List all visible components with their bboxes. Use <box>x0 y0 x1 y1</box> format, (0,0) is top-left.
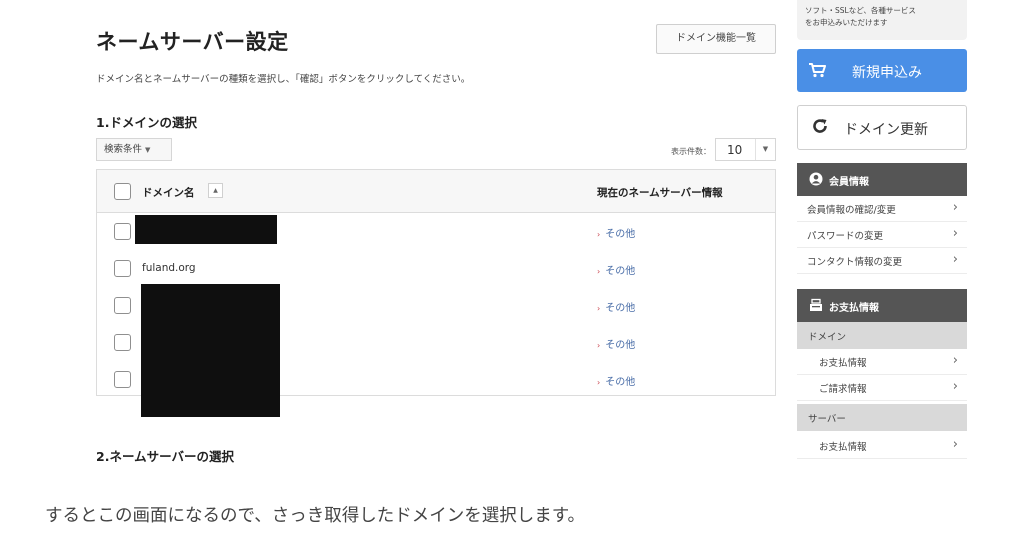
blog-caption: するとこの画面になるので、さっき取得したドメインを選択します。 <box>45 506 586 526</box>
search-conditions-dropdown[interactable]: 検索条件 ▼ <box>96 138 172 161</box>
nameserver-link[interactable]: その他 <box>605 229 635 240</box>
nameserver-link[interactable]: その他 <box>605 303 635 314</box>
sort-ascending-icon[interactable]: ▲ <box>208 183 223 198</box>
section-title-nameserver-select: 2.ネームサーバーの選択 <box>96 449 234 464</box>
caret-down-icon: ▼ <box>755 139 775 160</box>
domain-name-cell: fuland.org <box>142 262 196 274</box>
arrow-right-icon: › <box>597 341 601 350</box>
menu-category-server: サーバー <box>797 404 967 431</box>
chevron-right-icon: › <box>952 252 958 267</box>
menu-item-label: お支払情報 <box>819 442 867 453</box>
promo-text-line: をお申込みいただけます <box>805 18 888 27</box>
promo-text-line: ソフト・SSLなど、各種サービス <box>805 6 916 15</box>
redaction-block <box>135 215 277 244</box>
user-icon <box>809 172 823 186</box>
nameserver-cell[interactable]: › その他 <box>597 373 635 388</box>
nameserver-link[interactable]: その他 <box>605 340 635 351</box>
menu-item-domain-payment[interactable]: お支払情報 › <box>797 349 967 375</box>
menu-item-contact[interactable]: コンタクト情報の変更 › <box>797 248 967 274</box>
row-checkbox[interactable] <box>114 260 131 277</box>
row-checkbox[interactable] <box>114 223 131 240</box>
arrow-right-icon: › <box>597 267 601 276</box>
chevron-right-icon: › <box>952 200 958 215</box>
menu-item-label: お支払情報 <box>819 358 867 369</box>
arrow-right-icon: › <box>597 304 601 313</box>
menu-item-label: コンタクト情報の変更 <box>807 257 903 268</box>
page-title: ネームサーバー設定 <box>96 30 289 54</box>
menu-item-domain-billing[interactable]: ご請求情報 › <box>797 375 967 401</box>
payment-info-title: お支払情報 <box>829 303 879 314</box>
section-title-domain-select: 1.ドメインの選択 <box>96 115 197 130</box>
per-page-value: 10 <box>727 143 743 157</box>
refresh-icon <box>813 119 827 133</box>
nameserver-cell[interactable]: › その他 <box>597 336 635 351</box>
menu-category-domain: ドメイン <box>797 322 967 349</box>
arrow-right-icon: › <box>597 378 601 387</box>
select-all-checkbox[interactable] <box>114 183 131 200</box>
menu-item-label: パスワードの変更 <box>807 231 884 242</box>
table-header: ドメイン名 ▲ 現在のネームサーバー情報 <box>97 170 775 213</box>
cart-icon <box>809 63 826 78</box>
register-icon <box>810 298 822 311</box>
new-application-label: 新規申込み <box>852 65 922 81</box>
row-checkbox[interactable] <box>114 371 131 388</box>
nameserver-link[interactable]: その他 <box>605 377 635 388</box>
domain-features-list-button[interactable]: ドメイン機能一覧 <box>656 24 776 54</box>
caret-down-icon: ▼ <box>145 146 151 154</box>
nameserver-cell[interactable]: › その他 <box>597 262 635 277</box>
column-header-domain: ドメイン名 <box>142 187 195 199</box>
menu-category-label: サーバー <box>808 414 846 425</box>
arrow-right-icon: › <box>597 230 601 239</box>
sidebar-promo: ソフト・SSLなど、各種サービス をお申込みいただけます <box>797 0 967 40</box>
menu-item-member-info[interactable]: 会員情報の確認/変更 › <box>797 196 967 222</box>
menu-item-password[interactable]: パスワードの変更 › <box>797 222 967 248</box>
member-info-title: 会員情報 <box>829 177 869 188</box>
menu-item-server-payment[interactable]: お支払情報 › <box>797 433 967 459</box>
nameserver-link[interactable]: その他 <box>605 266 635 277</box>
row-checkbox[interactable] <box>114 334 131 351</box>
screenshot-area: ネームサーバー設定 ドメイン機能一覧 ドメイン名とネームサーバーの種類を選択し、… <box>0 0 1024 470</box>
menu-item-label: 会員情報の確認/変更 <box>807 205 896 216</box>
per-page-select[interactable]: 10 ▼ <box>715 138 776 161</box>
menu-item-label: ご請求情報 <box>819 384 867 395</box>
chevron-right-icon: › <box>952 226 958 241</box>
nameserver-cell[interactable]: › その他 <box>597 225 635 240</box>
redaction-block <box>141 284 280 417</box>
nameserver-cell[interactable]: › その他 <box>597 299 635 314</box>
menu-category-label: ドメイン <box>808 332 847 343</box>
member-info-header: 会員情報 <box>797 163 967 196</box>
domain-renew-label: ドメイン更新 <box>844 122 928 138</box>
page-description: ドメイン名とネームサーバーの種類を選択し、「確認」ボタンをクリックしてください。 <box>96 74 471 85</box>
per-page-label: 表示件数： <box>671 147 711 156</box>
chevron-right-icon: › <box>952 379 958 394</box>
column-header-nameserver: 現在のネームサーバー情報 <box>597 187 723 199</box>
row-checkbox[interactable] <box>114 297 131 314</box>
domain-renew-button[interactable]: ドメイン更新 <box>797 105 967 150</box>
chevron-right-icon: › <box>952 437 958 452</box>
payment-info-header: お支払情報 <box>797 289 967 322</box>
new-application-button[interactable]: 新規申込み <box>797 49 967 92</box>
chevron-right-icon: › <box>952 353 958 368</box>
table-row: fuland.org › その他 <box>97 250 775 287</box>
search-conditions-label: 検索条件 <box>104 144 143 155</box>
